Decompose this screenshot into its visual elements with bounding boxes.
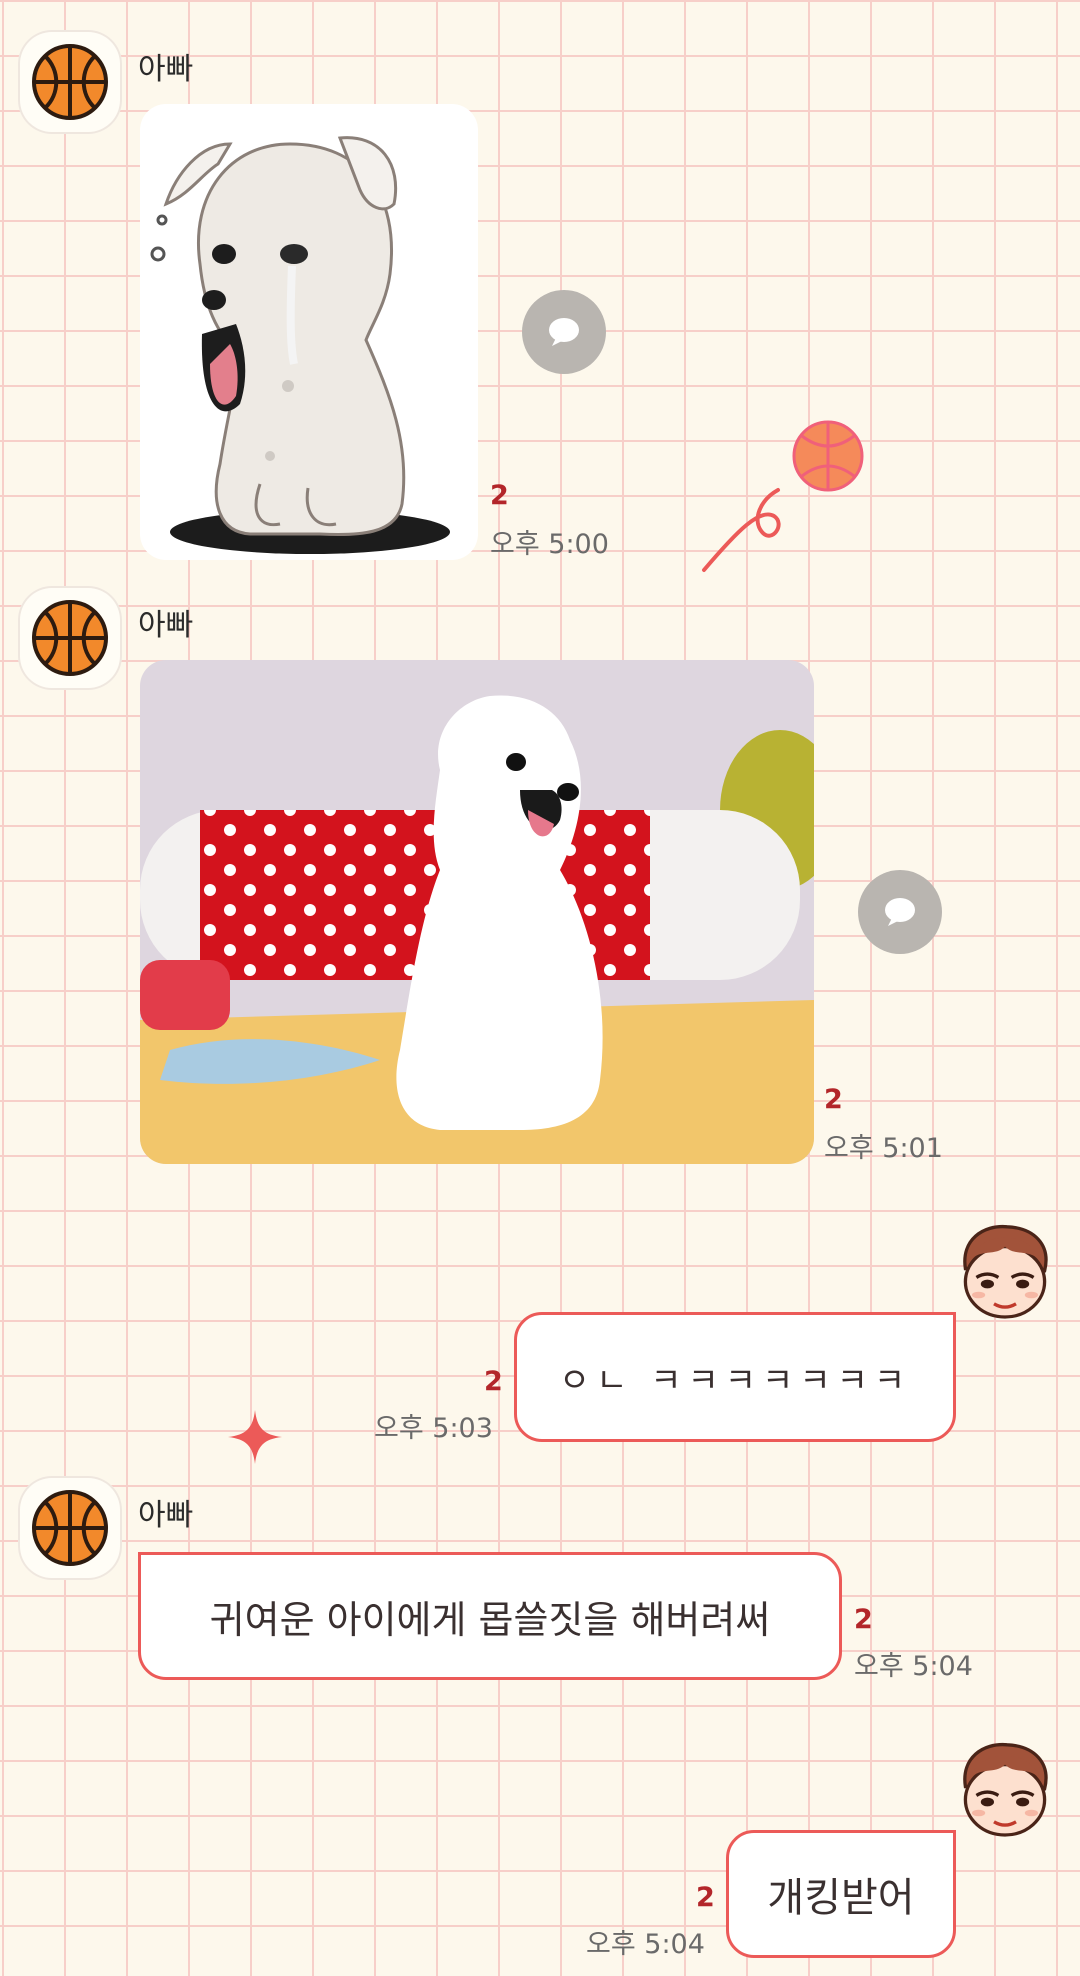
my-avatar[interactable] <box>950 1736 1060 1846</box>
share-button[interactable] <box>522 290 606 374</box>
basketball-doodle-icon <box>702 420 864 572</box>
unread-count: 2 <box>484 1366 503 1397</box>
crying-puppy-sticker[interactable] <box>140 104 478 560</box>
sparkle-icon <box>228 1410 282 1464</box>
message-time: 오후 5:01 <box>824 1133 943 1164</box>
cartoon-boy-icon <box>950 1218 1060 1328</box>
dad-avatar[interactable] <box>18 586 122 690</box>
unread-count: 2 <box>824 1084 843 1115</box>
message-bubble[interactable]: 귀여운 아이에게 몹쓸짓을 해버려써 <box>138 1552 842 1680</box>
basketball-icon <box>30 42 110 122</box>
sender-name: 아빠 <box>138 608 194 643</box>
unread-count: 2 <box>854 1604 873 1635</box>
white-puppy-photo[interactable] <box>140 660 814 1164</box>
speech-bubble-icon <box>544 312 584 352</box>
cartoon-boy-icon <box>950 1736 1060 1846</box>
dad-avatar[interactable] <box>18 30 122 134</box>
my-avatar[interactable] <box>950 1218 1060 1328</box>
unread-count: 2 <box>696 1882 715 1913</box>
message-time: 오후 5:03 <box>374 1413 493 1444</box>
unread-count: 2 <box>490 480 509 511</box>
message-bubble[interactable]: 개킹받어 <box>726 1830 956 1958</box>
speech-bubble-icon <box>880 892 920 932</box>
sender-name: 아빠 <box>138 52 194 87</box>
dad-avatar[interactable] <box>18 1476 122 1580</box>
basketball-icon <box>30 598 110 678</box>
basketball-icon <box>30 1488 110 1568</box>
sender-name: 아빠 <box>138 1498 194 1533</box>
share-button[interactable] <box>858 870 942 954</box>
message-time: 오후 5:00 <box>490 529 609 560</box>
message-time: 오후 5:04 <box>586 1929 705 1960</box>
message-time: 오후 5:04 <box>854 1651 973 1682</box>
message-bubble[interactable]: ㅇㄴ ㅋㅋㅋㅋㅋㅋㅋ <box>514 1312 956 1442</box>
